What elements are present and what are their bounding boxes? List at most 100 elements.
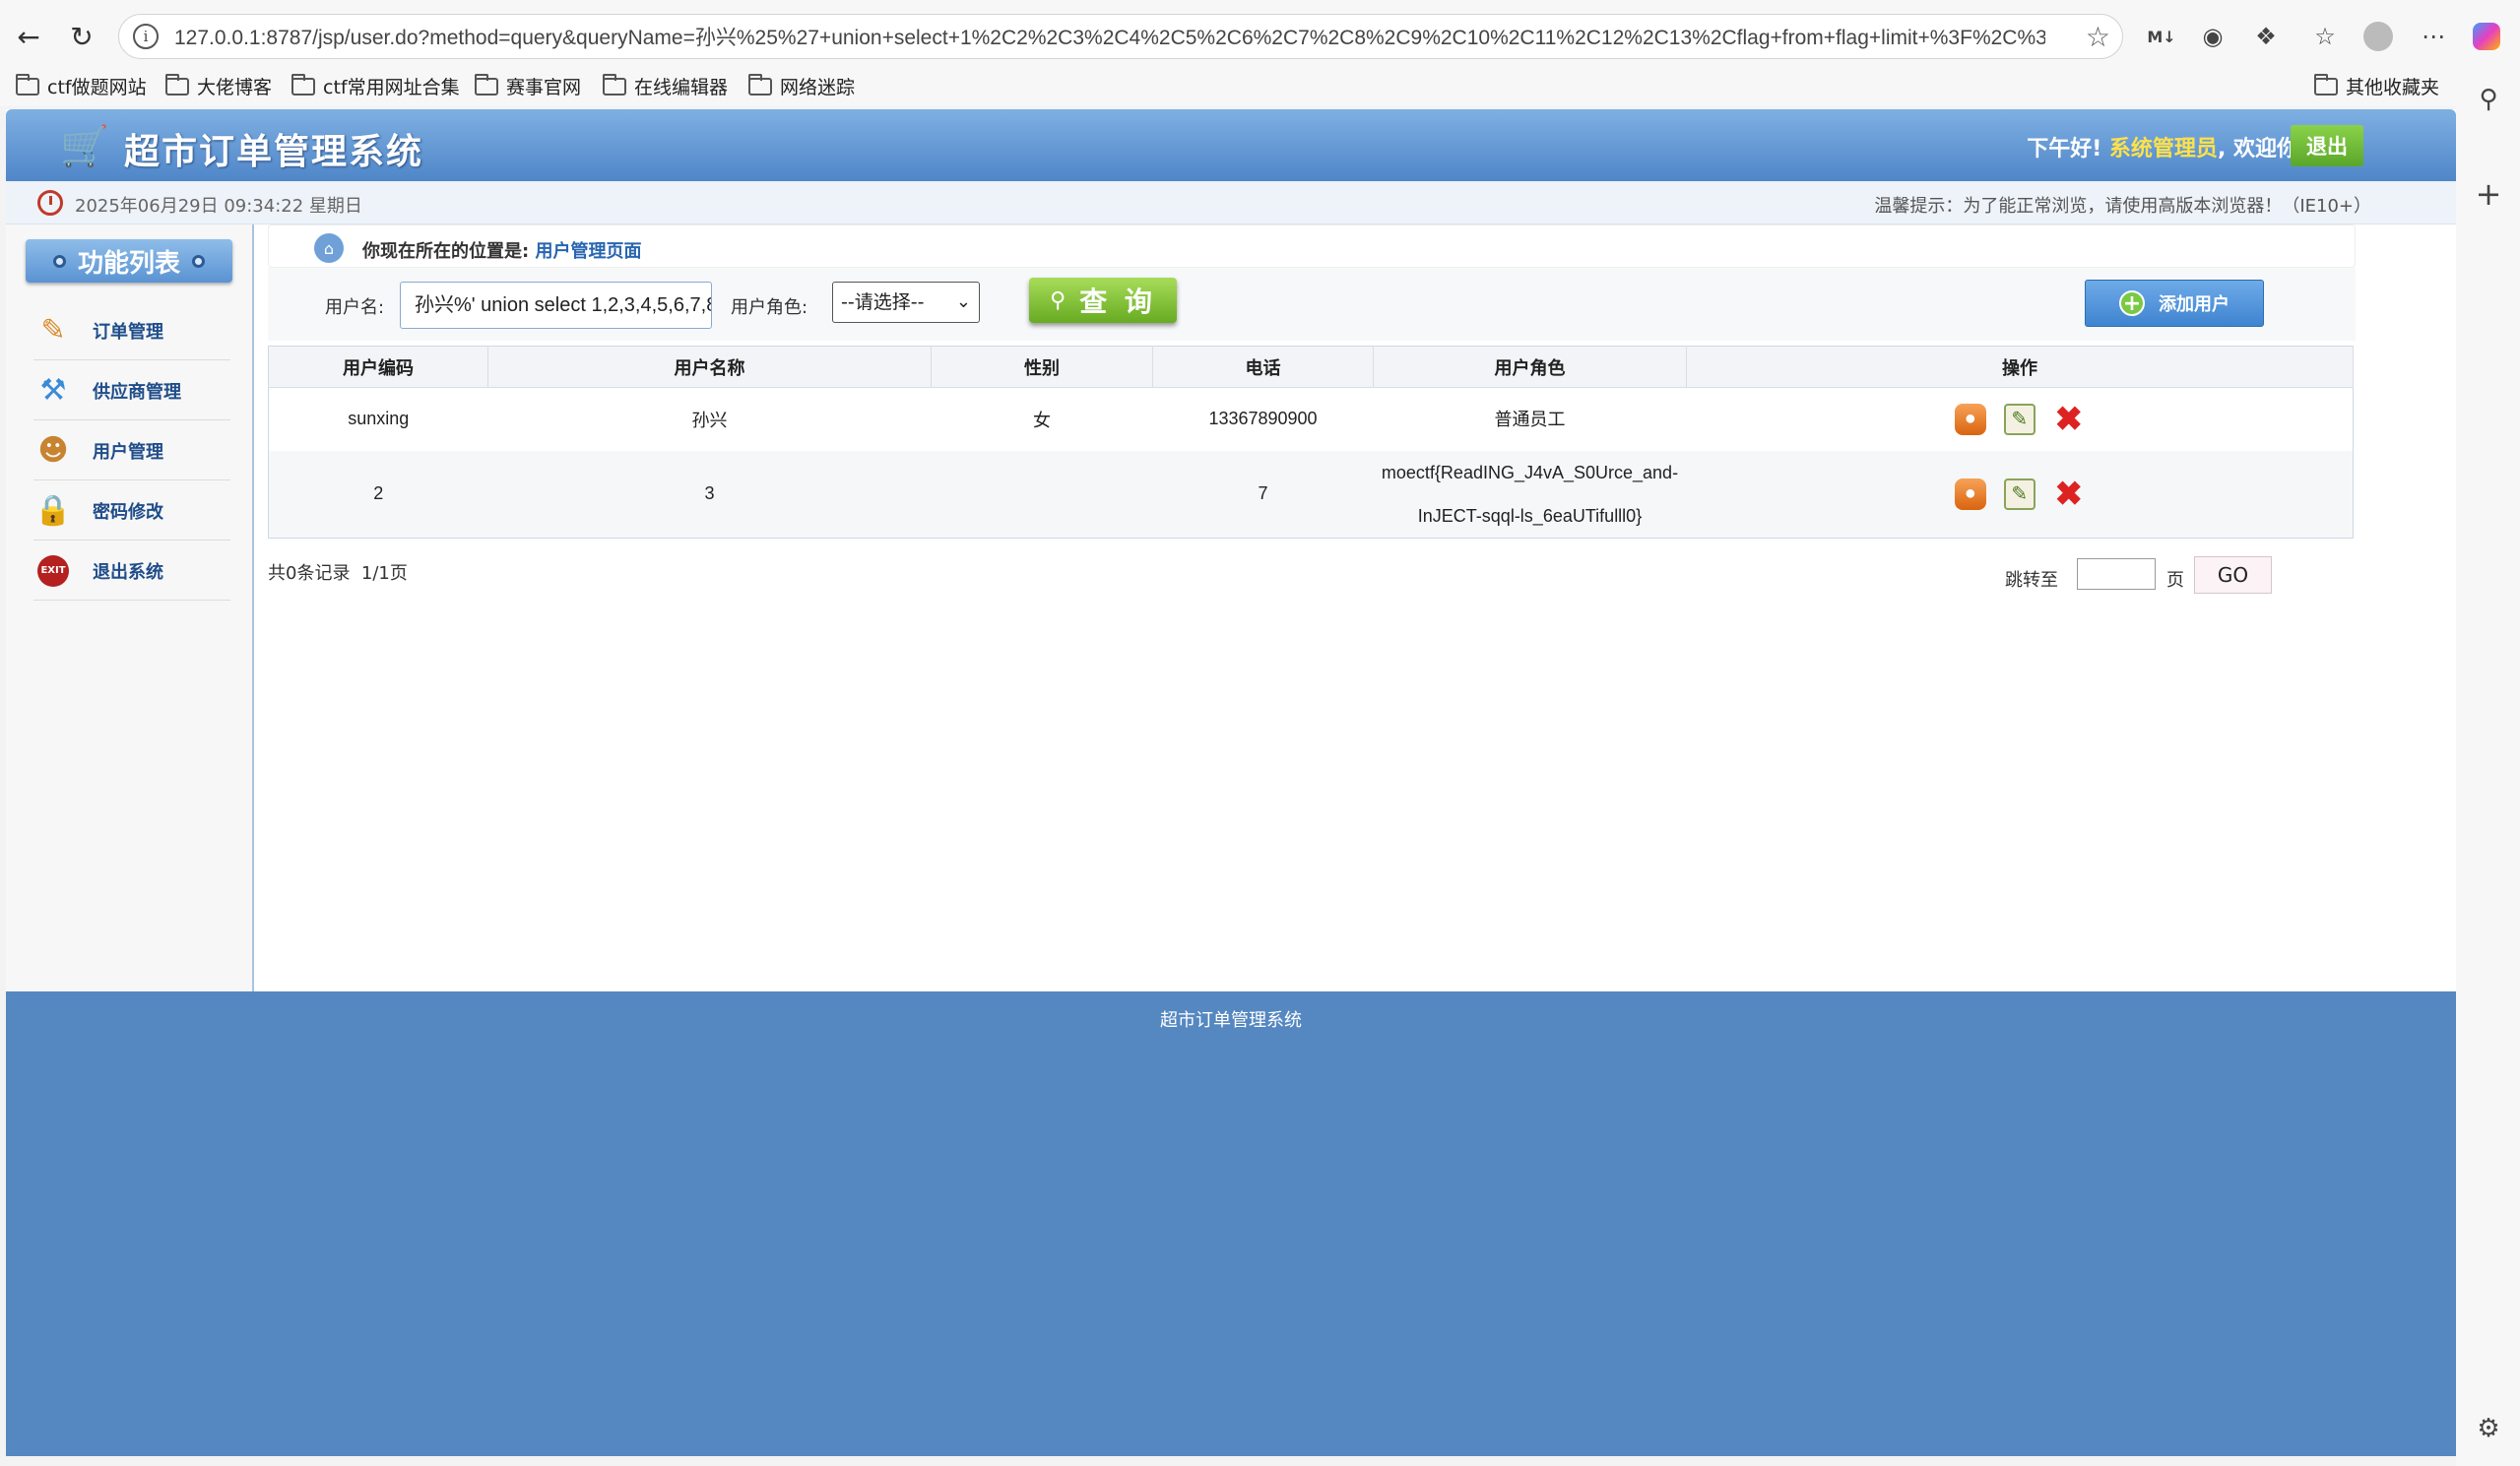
table-row: 2 3 7 moectf{ReadING_J4vA_S0Urce_and- In… [268, 450, 2354, 538]
password-icon: 🔒 [34, 493, 72, 528]
copilot-icon[interactable] [2468, 18, 2505, 55]
browser-side-rail: ⚲ + ⚙ [2456, 85, 2520, 1466]
browser-toolbar: ← ↻ i 127.0.0.1:8787/jsp/user.do?method=… [0, 0, 2520, 74]
folder-icon [603, 73, 626, 96]
reload-icon[interactable]: ↻ [65, 20, 98, 53]
user-table: 用户编码 用户名称 性别 电话 用户角色 操作 sunxing 孙兴 女 133… [268, 346, 2354, 539]
app-header: 🛒 超市订单管理系统 下午好! 系统管理员, 欢迎你! 退出 [6, 109, 2456, 181]
query-button[interactable]: ⚲ 查 询 [1029, 278, 1177, 323]
search-icon[interactable]: ⚲ [2472, 83, 2505, 116]
bullet-icon [52, 254, 66, 268]
user-gender: 女 [931, 387, 1153, 451]
edit-icon[interactable]: ✎ [2003, 403, 2035, 435]
sidebar-item-orders[interactable]: ✎ 订单管理 [33, 301, 230, 360]
sidebar-item-exit[interactable]: EXIT 退出系统 [33, 542, 230, 601]
row-actions: ● ✎ ✖ [1686, 450, 2354, 538]
user-role: 系统管理员 [2108, 137, 2218, 161]
user-code: 2 [268, 450, 488, 538]
order-icon: ✎ [40, 313, 66, 348]
settings-gear-icon[interactable]: ⚙ [2472, 1412, 2505, 1445]
more-menu-icon[interactable]: ⋯ [2415, 18, 2452, 55]
sidebar-item-password[interactable]: 🔒 密码修改 [33, 481, 230, 541]
folder-icon [291, 73, 315, 96]
sidebar-item-users[interactable]: ☻ 用户管理 [33, 421, 230, 480]
home-icon: ⌂ [314, 233, 344, 263]
url-text[interactable]: 127.0.0.1:8787/jsp/user.do?method=query&… [174, 22, 2045, 51]
record-count: 共0条记录 1/1页 [268, 563, 408, 584]
view-icon[interactable]: ● [1954, 403, 1986, 435]
bookmark-folder[interactable]: 大佬博客 [165, 73, 272, 99]
current-datetime: 2025年06月29日 09:34:22 星期日 [75, 196, 362, 217]
delete-icon[interactable]: ✖ [2053, 476, 2085, 513]
plus-icon: + [2119, 290, 2145, 316]
user-phone: 7 [1152, 450, 1374, 538]
bookmark-folder[interactable]: ctf常用网址合集 [291, 73, 460, 99]
browser-tip: 温馨提示：为了能正常浏览，请使用高版本浏览器！（IE10+） [1874, 196, 2371, 217]
user-name: 孙兴 [487, 387, 932, 451]
jump-label: 跳转至 [2005, 570, 2058, 591]
supplier-icon: ⚒ [39, 373, 67, 408]
breadcrumb-current[interactable]: 用户管理页面 [535, 241, 641, 262]
record-extension-icon[interactable]: ◉ [2194, 18, 2231, 55]
page-count: 1/1页 [360, 563, 408, 584]
address-bar[interactable]: i 127.0.0.1:8787/jsp/user.do?method=quer… [118, 14, 2123, 59]
bookmark-folder[interactable]: ctf做题网站 [16, 73, 147, 99]
magnifier-icon: ⚲ [1050, 287, 1070, 313]
column-header: 用户角色 [1373, 346, 1687, 388]
sidebar-heading: 功能列表 [26, 239, 232, 283]
favorite-star-icon[interactable]: ☆ [2086, 21, 2110, 53]
folder-icon [165, 73, 189, 96]
user-gender [931, 450, 1153, 538]
page-unit-label: 页 [2166, 570, 2184, 591]
column-header: 用户名称 [487, 346, 932, 388]
sidebar: 功能列表 ✎ 订单管理 ⚒ 供应商管理 ☻ 用户管理 🔒 密码修改 EXIT 退… [6, 224, 254, 1101]
bullet-icon [192, 254, 205, 268]
bookmark-folder[interactable]: 赛事官网 [475, 73, 581, 99]
user-role-cell: moectf{ReadING_J4vA_S0Urce_and- InJECT-s… [1373, 450, 1687, 538]
view-icon[interactable]: ● [1954, 478, 1986, 510]
back-arrow-icon[interactable]: ← [12, 20, 45, 53]
add-icon[interactable]: + [2472, 175, 2505, 213]
table-header-row: 用户编码 用户名称 性别 电话 用户角色 操作 [268, 346, 2354, 388]
time-bar: 2025年06月29日 09:34:22 星期日 温馨提示：为了能正常浏览，请使… [6, 181, 2456, 224]
users-icon: ☻ [37, 433, 69, 468]
extensions-puzzle-icon[interactable]: ❖ [2247, 18, 2285, 55]
username-input[interactable]: 孙兴%' union select 1,2,3,4,5,6,7,8 [400, 282, 712, 329]
go-button[interactable]: GO [2194, 556, 2272, 594]
folder-icon [16, 73, 39, 96]
markdown-extension-icon[interactable]: M↓ [2143, 18, 2180, 55]
column-header: 用户编码 [268, 346, 488, 388]
logout-button[interactable]: 退出 [2291, 125, 2363, 166]
favorites-list-icon[interactable]: ☆ [2306, 18, 2344, 55]
folder-icon [2314, 73, 2338, 96]
user-name: 3 [487, 450, 932, 538]
page-footer: 超市订单管理系统 [6, 991, 2456, 1456]
table-row: sunxing 孙兴 女 13367890900 普通员工 ● ✎ ✖ [268, 387, 2354, 451]
user-role-cell: 普通员工 [1373, 387, 1687, 451]
greeting: 下午好! 系统管理员, 欢迎你! [2027, 137, 2308, 161]
folder-icon [475, 73, 498, 96]
footer-text: 超市订单管理系统 [1160, 1010, 1302, 1031]
sidebar-item-suppliers[interactable]: ⚒ 供应商管理 [33, 361, 230, 420]
role-select[interactable]: --请选择-- ⌄ [832, 282, 980, 323]
profile-avatar-icon[interactable] [2359, 18, 2397, 55]
row-actions: ● ✎ ✖ [1686, 387, 2354, 451]
shopping-cart-icon: 🛒 [60, 124, 109, 169]
search-bar: 用户名: 孙兴%' union select 1,2,3,4,5,6,7,8 用… [268, 268, 2356, 341]
chevron-down-icon: ⌄ [955, 291, 971, 312]
app-title: 超市订单管理系统 [124, 132, 424, 172]
site-info-icon[interactable]: i [133, 24, 159, 49]
web-page: 🛒 超市订单管理系统 下午好! 系统管理员, 欢迎你! 退出 2025年06月2… [6, 109, 2456, 1456]
column-header: 电话 [1152, 346, 1374, 388]
page-jump-input[interactable] [2077, 558, 2156, 590]
other-bookmarks-folder[interactable]: 其他收藏夹 [2314, 73, 2439, 99]
delete-icon[interactable]: ✖ [2053, 401, 2085, 438]
add-user-button[interactable]: + 添加用户 [2085, 280, 2264, 327]
clock-icon [37, 190, 63, 216]
bookmark-folder[interactable]: 在线编辑器 [603, 73, 728, 99]
edit-icon[interactable]: ✎ [2003, 478, 2035, 510]
column-header: 性别 [931, 346, 1153, 388]
bookmarks-bar: ctf做题网站 大佬博客 ctf常用网址合集 赛事官网 在线编辑器 网络迷踪 其… [0, 67, 2520, 106]
bookmark-folder[interactable]: 网络迷踪 [748, 73, 855, 99]
user-code: sunxing [268, 387, 488, 451]
